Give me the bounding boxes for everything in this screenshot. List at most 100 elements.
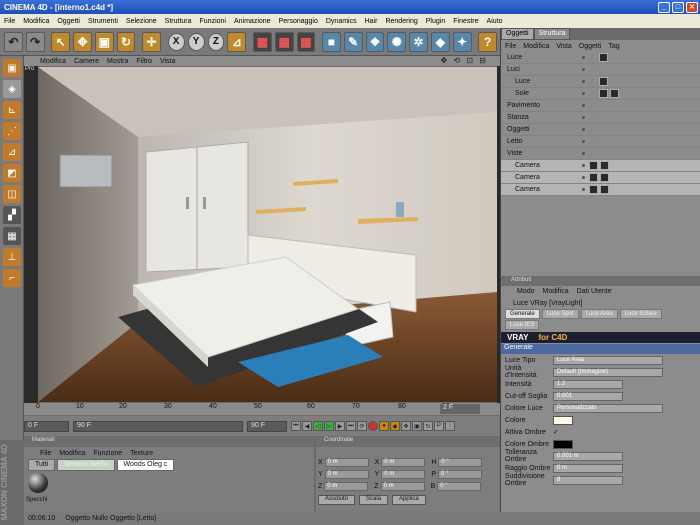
attr-tab-luce-area[interactable]: Luce Area <box>580 309 618 319</box>
model-mode-icon[interactable]: ▣ <box>3 59 21 77</box>
menu-aiuto[interactable]: Aiuto <box>487 18 503 25</box>
vp-menu-modifica[interactable]: Modifica <box>40 58 66 65</box>
polygons-mode-icon[interactable]: ◩ <box>3 164 21 182</box>
tree-item[interactable]: Sole ✓ <box>501 88 700 100</box>
size-y-field[interactable]: 0 m <box>381 469 426 479</box>
scale-icon[interactable]: ▣ <box>94 31 114 52</box>
array-icon[interactable]: ✺ <box>387 31 407 52</box>
key-pos-icon[interactable]: ✥ <box>401 421 411 431</box>
pos-z-field[interactable]: 0 m <box>324 481 369 491</box>
tree-item[interactable]: Pavimento ✓ <box>501 100 700 112</box>
mat-menu-file[interactable]: File <box>40 450 51 457</box>
check-icon[interactable]: ✓ <box>589 65 596 74</box>
shadow-radius-field[interactable]: 0 m <box>553 463 623 473</box>
tree-item[interactable]: Stanza ✓ <box>501 112 700 124</box>
deformer-icon[interactable]: ✲ <box>409 31 428 52</box>
size-z-field[interactable]: 0 m <box>380 481 425 491</box>
viewport-nav-icons[interactable]: ✥ ⟲ ⊡ ⊟ <box>441 56 488 65</box>
current-frame-field[interactable]: 2 F <box>440 404 480 414</box>
key-point-icon[interactable]: ⋮ <box>445 421 455 431</box>
menu-animazione[interactable]: Animazione <box>234 18 271 25</box>
tag-icon[interactable] <box>598 89 608 98</box>
frame-range-slider[interactable]: 90 F <box>73 420 243 432</box>
object-mode-icon[interactable]: ◫ <box>3 185 21 203</box>
tag-icon[interactable] <box>600 161 609 170</box>
om-menu-modifica[interactable]: Modifica <box>523 43 549 50</box>
select-icon[interactable]: ↖ <box>51 31 71 52</box>
pos-x-field[interactable]: 0 m <box>324 457 369 467</box>
snap-icon[interactable]: ⌐ <box>3 269 21 287</box>
scene-icon[interactable]: ◆ <box>430 31 450 52</box>
attr-menu-modifica[interactable]: Modifica <box>543 288 569 295</box>
tag-icon[interactable] <box>600 173 609 182</box>
transform-icon[interactable]: ✛ <box>142 31 161 52</box>
tree-item[interactable]: Luce ✓ <box>501 52 700 64</box>
render-picture-viewer-icon[interactable]: ▦ <box>274 31 294 52</box>
om-menu-tag[interactable]: Tag <box>608 43 619 50</box>
intensity-field[interactable]: 1.2 <box>553 379 623 389</box>
tag-icon[interactable] <box>589 173 598 182</box>
attr-tab-luce-spot[interactable]: Luce Spot <box>541 309 579 319</box>
menu-hair[interactable]: Hair <box>365 18 378 25</box>
shadow-subdivs-field[interactable]: 8 <box>553 475 623 485</box>
pos-y-field[interactable]: 0 m <box>324 469 369 479</box>
shadow-color-swatch[interactable] <box>553 439 573 449</box>
menu-personaggio[interactable]: Personaggio <box>279 18 318 25</box>
cube-icon[interactable]: ■ <box>322 31 341 52</box>
play-icon[interactable]: ▷ <box>324 421 334 431</box>
light-type-dropdown[interactable]: Luce Area <box>553 355 663 365</box>
axis-mode-icon[interactable]: ⊾ <box>3 101 21 119</box>
menu-rendering[interactable]: Rendering <box>385 18 417 25</box>
rot-p-field[interactable]: 0 ° <box>438 469 483 479</box>
menu-struttura[interactable]: Struttura <box>165 18 192 25</box>
texture-mode-icon[interactable]: ◈ <box>3 80 21 98</box>
tree-item[interactable]: Camera <box>501 160 700 172</box>
om-menu-oggetti[interactable]: Oggetti <box>579 43 602 50</box>
mat-tab-nessun-livello[interactable]: Nessun livello <box>57 459 115 471</box>
attr-menu-dati-utente[interactable]: Dati Utente <box>577 288 612 295</box>
render-view-icon[interactable]: ▦ <box>252 31 272 52</box>
check-icon[interactable]: ✓ <box>589 89 596 98</box>
maximize-button[interactable]: □ <box>672 1 684 13</box>
menu-modifica[interactable]: Modifica <box>23 18 49 25</box>
color-swatch[interactable] <box>553 415 573 425</box>
menu-funzioni[interactable]: Funzioni <box>200 18 226 25</box>
vp-menu-mostra[interactable]: Mostra <box>107 58 128 65</box>
tag-icon[interactable] <box>598 77 608 86</box>
redo-icon[interactable]: ↷ <box>25 31 45 52</box>
render-settings-icon[interactable]: ▦ <box>296 31 316 52</box>
check-icon[interactable]: ✓ <box>589 53 596 62</box>
apply-button[interactable]: Applica <box>392 495 426 505</box>
shadows-checkbox[interactable]: ✓ <box>553 428 559 436</box>
record-icon[interactable] <box>368 421 378 431</box>
tree-item[interactable]: Viste ✓ <box>501 148 700 160</box>
tree-item[interactable]: Camera <box>501 172 700 184</box>
light-color-dropdown[interactable]: Personalizzato <box>553 403 663 413</box>
tag-icon[interactable] <box>609 89 619 98</box>
menu-oggetti[interactable]: Oggetti <box>57 18 80 25</box>
tree-item[interactable]: Camera <box>501 184 700 196</box>
loop-icon[interactable]: ⟳ <box>357 421 367 431</box>
vp-menu-filtro[interactable]: Filtro <box>136 58 152 65</box>
coord-system-icon[interactable]: ⊿ <box>227 31 247 52</box>
keyframe-icon[interactable]: ◆ <box>390 421 400 431</box>
prev-key-icon[interactable]: ◀ <box>302 421 312 431</box>
mat-tab-woods[interactable]: Woods Oleg c <box>116 459 175 471</box>
edges-mode-icon[interactable]: ⊿ <box>3 143 21 161</box>
checker-icon[interactable]: ▞ <box>3 206 21 224</box>
tag-icon[interactable] <box>598 53 608 62</box>
autokey-icon[interactable]: ● <box>379 421 389 431</box>
menu-strumenti[interactable]: Strumenti <box>88 18 118 25</box>
vp-menu-camere[interactable]: Camere <box>74 58 99 65</box>
timeline[interactable]: 0 10 20 30 40 50 60 70 80 90 2 F <box>24 403 500 415</box>
nurbs-icon[interactable]: ❖ <box>365 31 385 52</box>
y-axis-icon[interactable]: Y <box>187 32 205 51</box>
tag-icon[interactable] <box>589 185 598 194</box>
next-key-icon[interactable]: ▶ <box>335 421 345 431</box>
tab-struttura[interactable]: Struttura <box>533 28 571 40</box>
start-frame-field[interactable]: 0 F <box>24 420 69 432</box>
vp-menu-vista[interactable]: Vista <box>160 58 175 65</box>
mat-tab-tutti[interactable]: Tutti <box>28 459 56 471</box>
key-rot-icon[interactable]: ↻ <box>423 421 433 431</box>
key-scale-icon[interactable]: ▣ <box>412 421 422 431</box>
